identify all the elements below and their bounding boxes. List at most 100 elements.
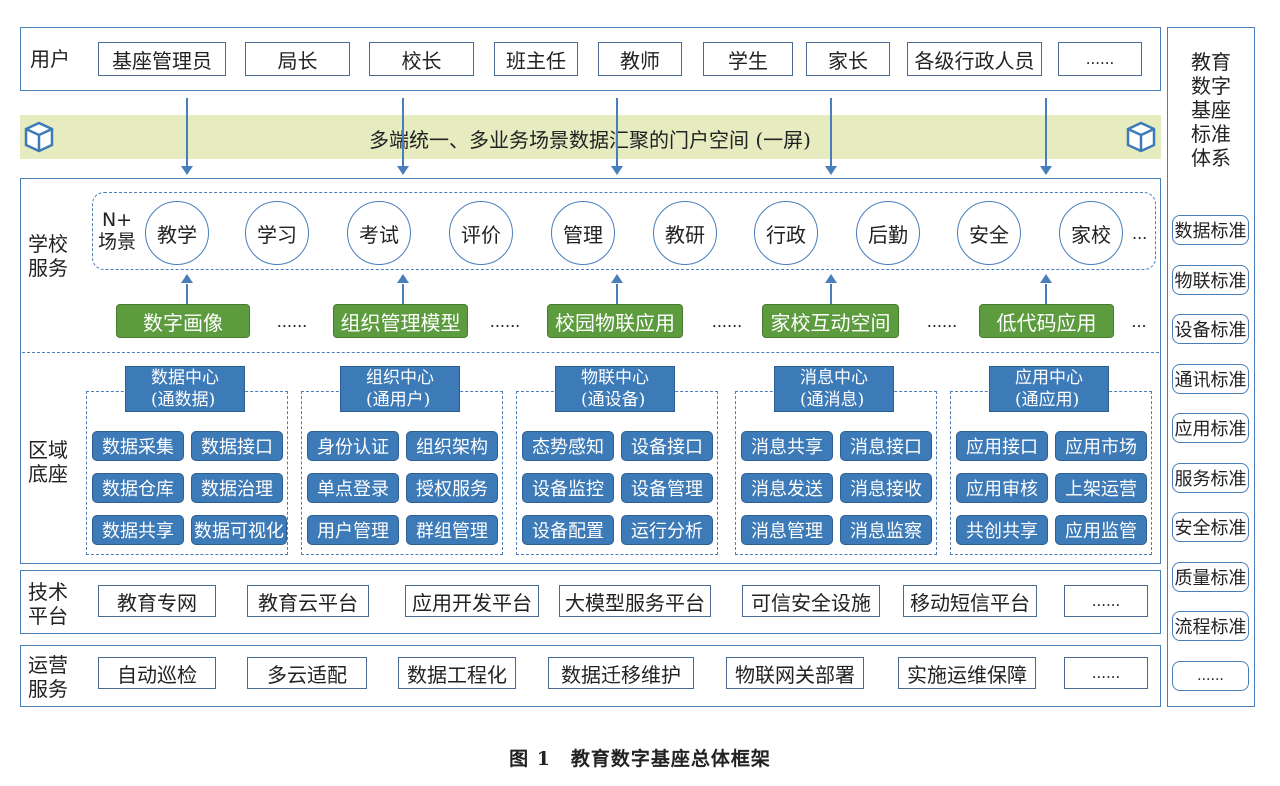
tech-box: ...... [1064, 585, 1148, 617]
base-label: 区域 底座 [28, 438, 68, 486]
ops-box: 多云适配 [247, 657, 367, 689]
center-item: 组织架构 [406, 431, 498, 461]
ops-label: 运营 服务 [28, 653, 68, 701]
arrow-line [1045, 284, 1047, 304]
user-role-box: 班主任 [494, 42, 578, 76]
center-item: 应用审核 [956, 473, 1048, 503]
app-box: 低代码应用 [979, 304, 1114, 338]
scene-circle: 安全 [957, 201, 1021, 265]
center-item: 消息接收 [840, 473, 932, 503]
ops-box: 自动巡检 [98, 657, 216, 689]
apps-more: ...... [711, 311, 743, 331]
center-item: 应用接口 [956, 431, 1048, 461]
standard-item: 质量标准 [1172, 561, 1249, 592]
cube-icon [22, 120, 56, 154]
center-item: 运行分析 [621, 515, 713, 545]
center-item: 数据接口 [191, 431, 283, 461]
center-item: 消息发送 [741, 473, 833, 503]
app-box: 组织管理模型 [333, 304, 468, 338]
tech-box: 大模型服务平台 [559, 585, 711, 617]
standard-item: ...... [1172, 660, 1249, 691]
arrow-head [397, 274, 409, 283]
scene-circle: 管理 [551, 201, 615, 265]
center-item: 共创共享 [956, 515, 1048, 545]
user-role-box: 校长 [369, 42, 474, 76]
arrow-line [616, 98, 618, 168]
center-item: 消息接口 [840, 431, 932, 461]
center-title: 数据中心 (通数据) [125, 366, 245, 412]
center-item: 上架运营 [1055, 473, 1147, 503]
center-title: 应用中心 (通应用) [989, 366, 1109, 412]
center-item: 用户管理 [307, 515, 399, 545]
arrow-head [397, 166, 409, 175]
arrow-head [181, 166, 193, 175]
app-box: 校园物联应用 [547, 304, 683, 338]
arrow-head [825, 166, 837, 175]
user-role-box: 教师 [598, 42, 682, 76]
ops-box: 数据迁移维护 [548, 657, 694, 689]
arrow-line [402, 98, 404, 168]
standard-item: 流程标准 [1172, 611, 1249, 641]
arrow-head [611, 166, 623, 175]
center-item: 数据采集 [92, 431, 184, 461]
center-item: 数据共享 [92, 515, 184, 545]
portal-text: 多端统一、多业务场景数据汇聚的门户空间 (一屏) [369, 128, 811, 152]
scene-circle: 评价 [449, 201, 513, 265]
ops-box: 实施运维保障 [898, 657, 1036, 689]
standard-item: 安全标准 [1172, 512, 1249, 542]
center-title: 组织中心 (通用户) [340, 366, 460, 412]
apps-more: ...... [489, 311, 521, 331]
arrow-head [1040, 274, 1052, 283]
school-label: 学校 服务 [28, 232, 68, 280]
users-label: 用户 [30, 47, 70, 71]
center-item: 态势感知 [522, 431, 614, 461]
user-role-box: 学生 [703, 42, 793, 76]
ops-box: ...... [1064, 657, 1148, 689]
arrow-head [611, 274, 623, 283]
scene-circle: 后勤 [856, 201, 920, 265]
scenes-more: ... [1132, 224, 1148, 243]
standard-item: 通讯标准 [1172, 363, 1249, 394]
arrow-line [830, 98, 832, 168]
arrow-head [181, 274, 193, 283]
scene-circle: 学习 [245, 201, 309, 265]
center-item: 设备配置 [522, 515, 614, 545]
center-item: 应用市场 [1055, 431, 1147, 461]
scene-circle: 教学 [145, 201, 209, 265]
scene-label: N+ 场景 [98, 209, 137, 253]
standard-item: 数据标准 [1172, 215, 1249, 245]
arrow-line [186, 284, 188, 304]
apps-more: ...... [926, 311, 958, 331]
center-title: 消息中心 (通消息) [774, 366, 894, 412]
arrow-line [402, 284, 404, 304]
tech-box: 可信安全设施 [742, 585, 880, 617]
center-item: 数据治理 [191, 473, 283, 503]
center-item: 消息管理 [741, 515, 833, 545]
center-item: 单点登录 [307, 473, 399, 503]
center-item: 应用监管 [1055, 515, 1147, 545]
center-item: 数据仓库 [92, 473, 184, 503]
standard-item: 应用标准 [1172, 413, 1249, 443]
standards-title: 教育 数字 基座 标准 体系 [1191, 50, 1231, 170]
arrow-line [1045, 98, 1047, 168]
center-item: 群组管理 [406, 515, 498, 545]
tech-box: 教育专网 [98, 585, 216, 617]
tech-box: 教育云平台 [247, 585, 369, 617]
school-base-divider [22, 352, 1159, 353]
user-role-box: 基座管理员 [98, 42, 226, 76]
arrow-line [830, 284, 832, 304]
tech-label: 技术 平台 [28, 580, 68, 628]
tech-box: 移动短信平台 [903, 585, 1037, 617]
apps-more: ...... [276, 311, 308, 331]
center-item: 授权服务 [406, 473, 498, 503]
tech-box: 应用开发平台 [405, 585, 539, 617]
center-item: 消息监察 [840, 515, 932, 545]
center-item: 数据可视化 [191, 515, 287, 545]
ops-box: 物联网关部署 [726, 657, 864, 689]
standard-item: 设备标准 [1172, 314, 1249, 344]
apps-end: ... [1131, 311, 1147, 331]
scene-circle: 教研 [653, 201, 717, 265]
center-title: 物联中心 (通设备) [555, 366, 675, 412]
arrow-head [1040, 166, 1052, 175]
center-item: 消息共享 [741, 431, 833, 461]
